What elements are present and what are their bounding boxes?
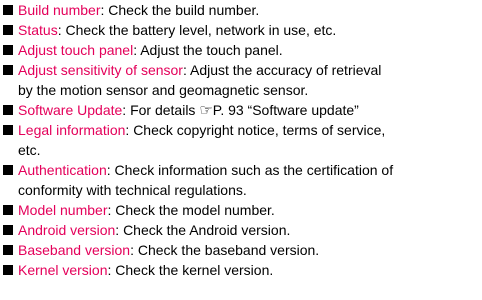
item-description: Adjust the touch panel. (140, 42, 283, 58)
square-bullet-icon (3, 245, 13, 255)
list-item-legal-information: Legal information: Check copyright notic… (0, 120, 482, 160)
square-bullet-icon (3, 125, 13, 135)
square-bullet-icon (3, 5, 13, 15)
item-separator: : (122, 102, 131, 118)
list-item-build-number: Build number: Check the build number. (0, 0, 482, 20)
item-term: Model number (18, 202, 108, 218)
item-description: For details (130, 102, 200, 118)
item-description: Check the Android version. (123, 222, 291, 238)
item-separator: : (106, 162, 115, 178)
list-item-model-number: Model number: Check the model number. (0, 200, 482, 220)
list-item-baseband-version: Baseband version: Check the baseband ver… (0, 240, 482, 260)
item-term: Authentication (18, 162, 107, 178)
item-term: Build number (18, 2, 101, 18)
list-item-adjust-sensitivity: Adjust sensitivity of sensor: Adjust the… (0, 60, 482, 100)
item-description: Adjust the accuracy of retrieval (189, 62, 382, 78)
square-bullet-icon (3, 65, 13, 75)
item-separator: : (182, 62, 190, 78)
item-term: Adjust sensitivity of sensor (18, 62, 183, 78)
item-term: Android version (18, 222, 116, 238)
item-description: Check the build number. (108, 2, 260, 18)
list-item-android-version: Android version: Check the Android versi… (0, 220, 482, 240)
item-description: Check the baseband version. (137, 242, 320, 258)
page-reference: P. 93 “Software update” (212, 102, 359, 118)
square-bullet-icon (3, 265, 13, 275)
item-term: Adjust touch panel (18, 42, 134, 58)
item-description: Check information such as the certificat… (114, 162, 394, 178)
square-bullet-icon (3, 45, 13, 55)
list-item-status: Status: Check the battery level, network… (0, 20, 482, 40)
item-description: Check the model number. (115, 202, 275, 218)
square-bullet-icon (3, 205, 13, 215)
item-term: Kernel version (18, 262, 108, 278)
list-item-software-update: Software Update: For details ☞P. 93 “Sof… (0, 100, 482, 120)
item-separator: : (130, 242, 138, 258)
pointing-hand-icon: ☞ (199, 102, 213, 119)
item-term: Baseband version (18, 242, 131, 258)
item-term: Software Update (18, 102, 123, 118)
list-item-adjust-touch-panel: Adjust touch panel: Adjust the touch pan… (0, 40, 482, 60)
item-description: Check copyright notice, terms of service… (133, 122, 386, 138)
item-separator: : (115, 222, 124, 238)
item-description: Check the kernel version. (115, 262, 274, 278)
item-description-continued: conformity with technical regulations. (18, 182, 247, 198)
item-description-continued: etc. (18, 142, 41, 158)
square-bullet-icon (3, 105, 13, 115)
square-bullet-icon (3, 25, 13, 35)
item-description: Check the battery level, network in use,… (65, 22, 337, 38)
list-item-authentication: Authentication: Check information such a… (0, 160, 482, 200)
square-bullet-icon (3, 225, 13, 235)
square-bullet-icon (3, 165, 13, 175)
item-term: Legal information (18, 122, 126, 138)
item-description-continued: by the motion sensor and geomagnetic sen… (18, 82, 309, 98)
settings-info-list: Build number: Check the build number. St… (0, 0, 482, 280)
item-term: Status (18, 22, 58, 38)
list-item-kernel-version: Kernel version: Check the kernel version… (0, 260, 482, 280)
